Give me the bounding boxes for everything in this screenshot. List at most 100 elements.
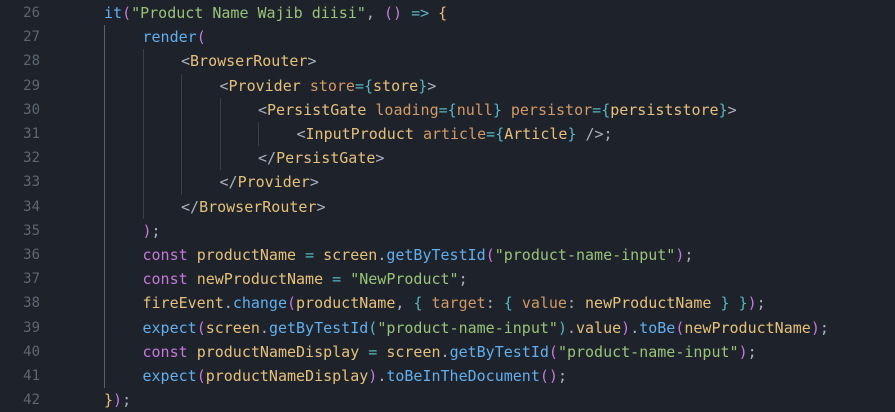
code-line[interactable]: 35); [0,219,895,243]
code-text: </BrowserRouter> [181,195,326,219]
code-line[interactable]: 37 const newProductName = "NewProduct"; [0,267,895,291]
code-editor[interactable]: 26 it("Product Name Wajib diisi", () => {… [0,0,895,409]
line-number: 42 [23,392,40,409]
code-token: ) [548,367,558,385]
code-token: = [305,246,315,264]
code-token: } [718,100,728,119]
code-token: store [309,76,355,95]
code-token: = [592,100,602,119]
code-line[interactable]: 28 <BrowserRouter> [0,49,895,73]
code-line[interactable]: 39 expect(screen.getByTestId("product-nam… [0,316,895,340]
line-number: 29 [23,77,40,94]
code-text: <BrowserRouter> [181,49,316,73]
line-number: 26 [23,5,40,21]
code-token: ( [196,318,206,337]
code-token: "product-name-input" [377,318,558,337]
code-token: ( [548,342,558,361]
code-token: > [375,149,385,168]
code-token: ) [810,318,820,337]
code-line[interactable]: 38 fireEvent.change(productName, { target… [0,291,895,315]
code-line[interactable]: 40 const productNameDisplay = screen.getB… [0,340,895,364]
code-token: . [223,294,233,313]
code-token: ( [196,28,206,47]
code-token: ) [621,318,631,337]
code-token: => [411,4,430,22]
code-text: render( [143,25,206,49]
code-token: = [438,100,448,119]
code-text: <Provider store={store}> [220,74,437,98]
code-token: const [142,246,188,264]
code-line[interactable]: 41 expect(productNameDisplay).toBeInTheDo… [0,364,895,388]
code-token: } [720,294,730,313]
code-token: InputProduct [305,125,414,143]
code-line[interactable]: 31 <InputProduct article={Article} />; [0,122,895,146]
code-text: <PersistGate loading={null} persistor={p… [258,98,737,122]
code-token: render [142,28,197,47]
code-token: screen [323,246,378,264]
code-token: ; [819,318,829,337]
code-token: change [232,294,287,313]
code-text: ); [143,219,161,243]
code-token: ; [122,391,132,410]
code-token: toBeInTheDocument [386,367,540,385]
code-text: const productNameDisplay = screen.getByT… [143,340,757,364]
line-number: 37 [23,271,40,288]
code-line[interactable]: 27 render( [0,25,895,49]
code-token: } [738,294,748,313]
code-token: newProductName [684,318,811,337]
line-number: 34 [23,198,40,215]
code-token: . [630,318,640,337]
code-token: />; [576,125,613,143]
code-text: const productName = screen.getByTestId("… [143,243,694,267]
code-line[interactable]: 42}); [0,388,895,412]
code-text: const newProductName = "NewProduct"; [143,267,468,291]
code-line[interactable]: 32 </PersistGate> [0,146,895,170]
code-text: </Provider> [220,170,319,194]
code-token: ) [738,342,748,361]
code-token: = [486,125,496,143]
code-token: . [566,318,576,337]
code-line[interactable]: 29 <Provider store={store}> [0,74,895,98]
code-token: ; [458,270,468,289]
line-number: 33 [23,174,40,191]
line-number: 38 [23,295,40,312]
code-token: </ [219,173,238,192]
code-token: > [316,197,326,216]
code-token: . [377,367,387,385]
code-token: expect [142,318,197,337]
code-line[interactable]: 26 it("Product Name Wajib diisi", () => { [0,1,895,25]
code-token: "product-name-input" [557,342,739,361]
code-token: article [422,125,487,143]
line-number: 30 [23,101,40,118]
code-token: newProductName [585,294,712,313]
code-token: { [364,76,374,95]
code-token: toBe [639,318,676,337]
code-token: < [219,76,229,95]
line-number: 35 [23,222,40,239]
code-line[interactable]: 33 </Provider> [0,170,895,194]
code-line[interactable]: 34 </BrowserRouter> [0,195,895,219]
code-token: { [438,4,448,22]
code-token: screen [205,318,260,337]
code-token: value [576,318,622,337]
code-token: ; [151,221,161,240]
code-token: ; [756,294,766,313]
code-token: < [181,52,191,71]
line-number: 41 [23,368,40,384]
code-line[interactable]: 36 const productName = screen.getByTestId… [0,243,895,267]
code-token: < [258,100,268,119]
code-token: Provider [228,76,301,95]
code-token: const [142,342,188,361]
code-token: it [104,4,123,22]
code-token: "product-name-input" [494,246,676,264]
code-line[interactable]: 30 <PersistGate loading={null} persistor=… [0,98,895,122]
